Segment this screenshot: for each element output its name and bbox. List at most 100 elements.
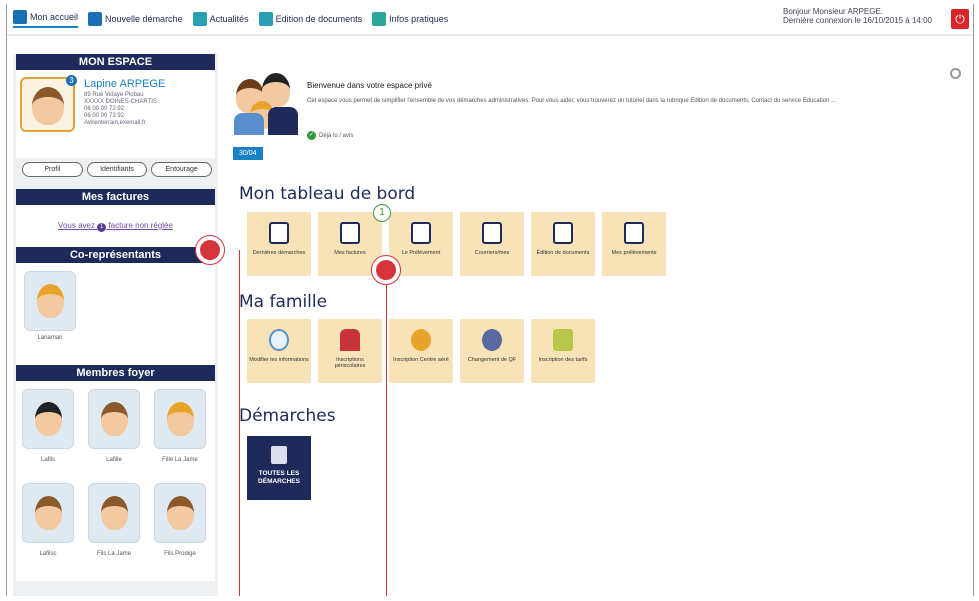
member-name: Lafille bbox=[106, 457, 122, 463]
member-card[interactable] bbox=[22, 483, 74, 543]
corep-header: Co-représentants bbox=[16, 247, 215, 263]
nav-news[interactable]: Actualités bbox=[192, 12, 249, 26]
sun-icon bbox=[411, 329, 431, 351]
nav-infos[interactable]: Infos pratiques bbox=[372, 12, 448, 26]
lightbulb-icon bbox=[372, 12, 387, 26]
tableau-title: Mon tableau de bord bbox=[239, 184, 416, 204]
tile-centre-aere[interactable]: Inscription Centre aéré bbox=[389, 319, 453, 383]
member-card[interactable] bbox=[22, 389, 74, 449]
tile-label: Le Prélèvement bbox=[401, 250, 441, 256]
member-name: Fille La Jame bbox=[162, 457, 198, 463]
invoice-link[interactable]: Vous avez 1 facture non réglée bbox=[58, 221, 173, 232]
member-card[interactable] bbox=[88, 389, 140, 449]
last-login-text: Dernière connexion le 16/10/2015 à 14:00 bbox=[783, 16, 932, 25]
read-link[interactable]: ✓ Déjà lu / avis bbox=[307, 131, 353, 140]
news-icon bbox=[192, 12, 207, 26]
gear-icon[interactable] bbox=[950, 68, 961, 79]
documents-icon bbox=[271, 446, 287, 464]
foyer-list: Lafils Lafille Fille La Jame Lafilsc Fil… bbox=[16, 381, 215, 581]
factures-header: Mes factures bbox=[16, 189, 215, 205]
plus-icon bbox=[88, 12, 103, 26]
profile-address: 89 Rue Vidaye Plobau bbox=[84, 92, 144, 98]
profile-buttons: Profil Identifiants Entourage bbox=[16, 158, 218, 189]
mail-icon bbox=[482, 222, 502, 244]
family-illustration bbox=[232, 69, 300, 137]
user-greeting: Bonjour Monsieur ARPEGE. Dernière connex… bbox=[783, 7, 943, 25]
famille-tiles: Modifier les informations Inscriptions p… bbox=[247, 319, 595, 383]
corep-name: Lanaman bbox=[37, 335, 63, 341]
document-euro-icon bbox=[624, 222, 644, 244]
profile-name: Lapine ARPEGE bbox=[84, 78, 166, 90]
callout-line bbox=[239, 250, 240, 596]
nav-new-demarche[interactable]: Nouvelle démarche bbox=[88, 12, 183, 26]
welcome-panel: 30/04 Bienvenue dans votre espace privé … bbox=[232, 69, 942, 169]
identifiants-button[interactable]: Identifiants bbox=[86, 162, 148, 177]
date-badge: 30/04 bbox=[233, 147, 263, 160]
tile-label: Changement de QF bbox=[467, 357, 517, 363]
person-icon bbox=[101, 402, 128, 436]
sidebar: MON ESPACE 3 Lapine ARPEGE 89 Rue Vidaye… bbox=[13, 54, 218, 596]
notification-icon[interactable]: 1 bbox=[373, 204, 391, 222]
tile-mes-prelevements[interactable]: Mes prélèvements bbox=[602, 212, 666, 276]
member-name: Fils La Jame bbox=[96, 551, 131, 557]
calculator-icon bbox=[411, 222, 431, 244]
callout-marker bbox=[195, 235, 225, 265]
children-icon bbox=[340, 329, 360, 351]
profile-card: 3 Lapine ARPEGE 89 Rue Vidaye Plobau XXX… bbox=[16, 70, 215, 158]
nav-documents[interactable]: Edition de documents bbox=[258, 12, 362, 26]
invoice-prefix: Vous avez bbox=[58, 221, 95, 230]
profile-info: 89 Rue Vidaye Plobau XXXXX DOINES-CHARTI… bbox=[84, 92, 157, 127]
tile-toutes-demarches[interactable]: TOUTES LES DÉMARCHES bbox=[247, 436, 311, 500]
invoice-link-text: facture non réglée bbox=[108, 221, 173, 230]
tile-dernieres-demarches[interactable]: Dernières démarches bbox=[247, 212, 311, 276]
main-content: 30/04 Bienvenue dans votre espace privé … bbox=[227, 54, 967, 596]
member-card[interactable] bbox=[154, 483, 206, 543]
member-name: Lafils bbox=[40, 457, 55, 463]
entourage-button[interactable]: Entourage bbox=[151, 162, 213, 177]
read-link-label: Déjà lu / avis bbox=[319, 132, 354, 139]
profile-phone-1: 06 00 00 72 92 bbox=[84, 106, 125, 112]
tile-label: Mes prélèvements bbox=[611, 250, 657, 256]
spacer bbox=[16, 353, 215, 365]
nav-news-label: Actualités bbox=[209, 14, 249, 24]
person-icon bbox=[35, 496, 62, 530]
member-card[interactable] bbox=[154, 389, 206, 449]
tile-edition-documents[interactable]: Édition de documents bbox=[531, 212, 595, 276]
profil-button[interactable]: Profil bbox=[22, 162, 83, 177]
tile-modifier-informations[interactable]: Modifier les informations bbox=[247, 319, 311, 383]
corep-card[interactable] bbox=[24, 271, 76, 331]
welcome-title: Bienvenue dans votre espace privé bbox=[307, 81, 432, 90]
logout-icon[interactable]: ⏻ bbox=[951, 9, 969, 29]
tile-label: Courriers/mes bbox=[474, 250, 510, 256]
notification-badge: 3 bbox=[66, 75, 77, 86]
profile-city: XXXXX DOINES-CHARTIS bbox=[84, 99, 157, 105]
tile-label: Inscription Centre aéré bbox=[393, 357, 449, 363]
avatar[interactable]: 3 bbox=[20, 75, 77, 132]
person-icon bbox=[101, 496, 128, 530]
person-icon bbox=[37, 284, 64, 318]
top-navigation: Mon accueil Nouvelle démarche Actualités… bbox=[13, 10, 448, 28]
nav-home-label: Mon accueil bbox=[30, 12, 79, 22]
tile-changement-qf[interactable]: Changement de QF bbox=[460, 319, 524, 383]
greeting-text: Bonjour Monsieur ARPEGE. bbox=[783, 7, 884, 16]
profile-phone-2: 06 00 00 73 92 bbox=[84, 113, 125, 119]
nav-home[interactable]: Mon accueil bbox=[13, 10, 79, 28]
profile-email: Avirenterrain.exemail.fr bbox=[84, 120, 146, 126]
tile-tarifs[interactable]: Inscription des tarifs bbox=[531, 319, 595, 383]
famille-title: Ma famille bbox=[239, 292, 328, 312]
top-bar: Mon accueil Nouvelle démarche Actualités… bbox=[7, 4, 973, 36]
tile-label: Dernières démarches bbox=[252, 250, 306, 256]
list-icon bbox=[269, 222, 289, 244]
invoice-notice: Vous avez 1 facture non réglée bbox=[16, 205, 215, 247]
callout-marker bbox=[371, 255, 401, 285]
mon-espace-header: MON ESPACE bbox=[16, 54, 215, 70]
tableau-tiles: Dernières démarches Mes factures Le Prél… bbox=[247, 212, 666, 276]
callout-line bbox=[386, 270, 387, 596]
tile-courriers[interactable]: Courriers/mes bbox=[460, 212, 524, 276]
avatar-face-icon bbox=[32, 87, 64, 125]
member-card[interactable] bbox=[88, 483, 140, 543]
document-icon bbox=[258, 12, 273, 26]
tile-inscriptions-periscolaires[interactable]: Inscriptions périscolaires bbox=[318, 319, 382, 383]
member-name: Fils Prodige bbox=[164, 551, 196, 557]
nav-new-label: Nouvelle démarche bbox=[105, 14, 183, 24]
